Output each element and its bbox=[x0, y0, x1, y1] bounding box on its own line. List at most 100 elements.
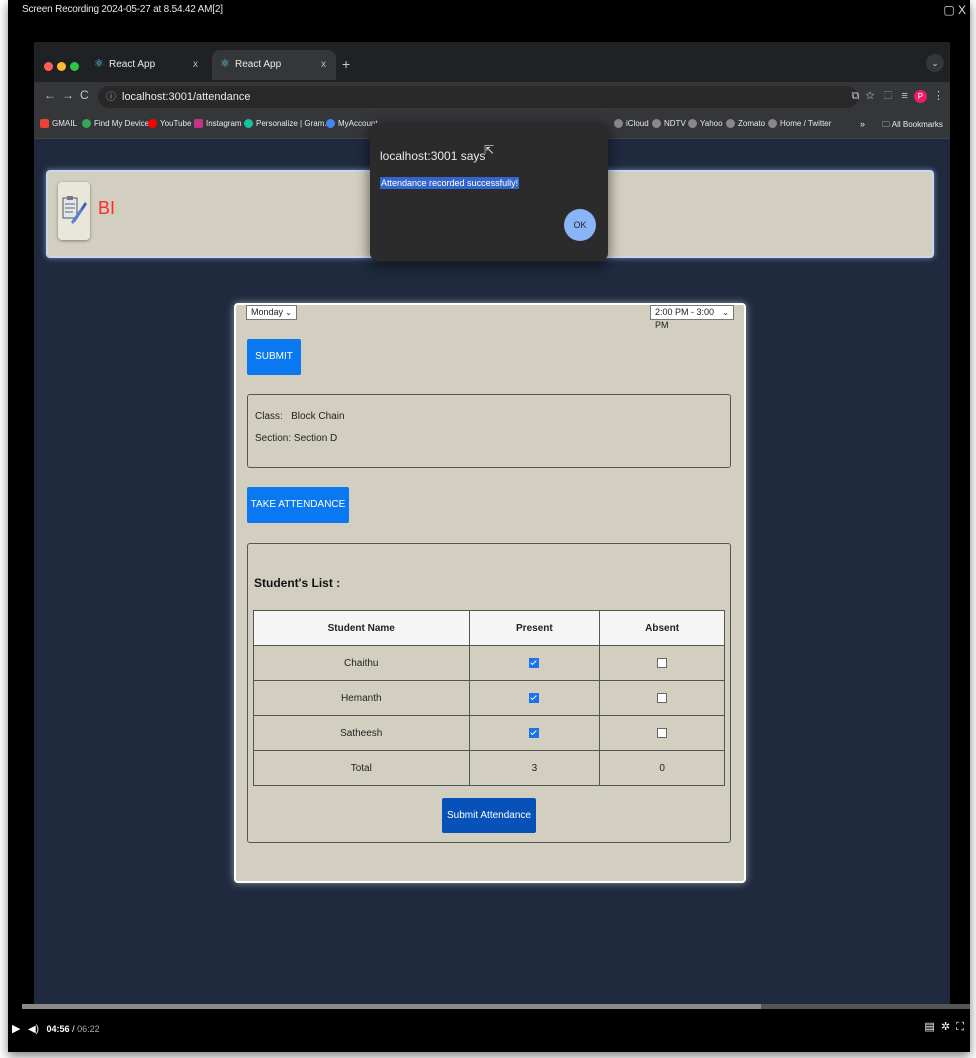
menu-kebab-icon[interactable]: ⋮ bbox=[933, 90, 944, 102]
globe-icon bbox=[726, 119, 735, 129]
time-slot-select[interactable]: 2:00 PM - 3:00 PM ⌄ bbox=[650, 305, 734, 330]
attendance-table: Student Name Present Absent Chaithu Hema… bbox=[253, 610, 725, 786]
address-bar: ← → C ⓘ localhost:3001/attendance ⧉ ☆ ⬚ ≡… bbox=[34, 82, 950, 112]
class-value: Block Chain bbox=[291, 411, 345, 422]
total-absent-cell: 0 bbox=[599, 750, 725, 786]
video-progress-fill bbox=[22, 1004, 762, 1009]
tab-react-app-1[interactable]: ⚛ React App x bbox=[86, 50, 208, 80]
absent-checkbox[interactable] bbox=[657, 692, 668, 703]
total-time: 06:22 bbox=[77, 1024, 100, 1034]
tab-close-icon[interactable]: x bbox=[321, 50, 326, 80]
current-time: 04:56 bbox=[46, 1024, 70, 1034]
table-row: Chaithu bbox=[253, 645, 725, 681]
take-attendance-button[interactable]: TAKE ATTENDANCE bbox=[247, 487, 349, 523]
alert-dialog: localhost:3001 says ⇱ Attendance recorde… bbox=[370, 123, 608, 261]
tab-close-icon[interactable]: x bbox=[193, 50, 198, 80]
table-row: Hemanth bbox=[253, 680, 725, 716]
section-label: Section: bbox=[255, 433, 292, 444]
attendance-card: Monday ⌄ 2:00 PM - 3:00 PM ⌄ SUBMIT Class:… bbox=[234, 303, 746, 883]
present-checkbox[interactable] bbox=[529, 727, 540, 738]
bookmark-instagram[interactable]: Instagram bbox=[194, 119, 242, 129]
myaccount-icon bbox=[326, 119, 335, 129]
fullscreen-icon[interactable]: ⛶ bbox=[956, 1021, 964, 1033]
tab-react-app-2[interactable]: ⚛ React App x bbox=[212, 50, 336, 80]
submit-button[interactable]: SUBMIT bbox=[247, 339, 301, 375]
bookmark-ndtv[interactable]: NDTV bbox=[652, 119, 686, 129]
absent-checkbox[interactable] bbox=[657, 727, 668, 738]
bookmarks-overflow-button[interactable]: » bbox=[860, 119, 865, 129]
present-checkbox[interactable] bbox=[529, 692, 540, 703]
profile-avatar[interactable]: P bbox=[913, 89, 927, 103]
bookmark-zomato[interactable]: Zomato bbox=[726, 119, 765, 129]
forward-icon[interactable]: → bbox=[62, 88, 74, 102]
globe-icon bbox=[768, 119, 777, 129]
bookmark-icloud[interactable]: iCloud bbox=[614, 119, 649, 129]
globe-icon bbox=[652, 119, 661, 129]
back-icon[interactable]: ← bbox=[44, 88, 56, 102]
site-info-icon[interactable]: ⓘ bbox=[106, 87, 116, 109]
class-label: Class: bbox=[255, 411, 283, 422]
chevron-down-icon: ⌄ bbox=[285, 308, 292, 317]
day-select[interactable]: Monday ⌄ bbox=[246, 305, 297, 320]
section-line: Section: Section D bbox=[255, 433, 337, 444]
bookmark-gmail[interactable]: GMAIL bbox=[40, 119, 77, 129]
table-row: Satheesh bbox=[253, 715, 725, 751]
subtitles-icon[interactable]: ▤ bbox=[924, 1021, 934, 1033]
react-icon: ⚛ bbox=[220, 57, 230, 70]
volume-icon[interactable]: ◀) bbox=[28, 1024, 39, 1035]
app-logo[interactable] bbox=[58, 182, 90, 240]
absent-cell bbox=[599, 645, 725, 681]
extensions-icon[interactable]: ⬚ bbox=[884, 90, 892, 102]
youtube-icon bbox=[148, 119, 157, 129]
close-window-icon[interactable] bbox=[44, 62, 53, 71]
brand-text: BI bbox=[98, 198, 116, 218]
play-icon[interactable]: ▶ bbox=[12, 1023, 20, 1035]
student-name-cell: Hemanth bbox=[253, 680, 470, 716]
player-left-controls: ▶ ◀) 04:56 / 06:22 bbox=[12, 1023, 100, 1035]
present-checkbox[interactable] bbox=[529, 657, 540, 668]
dialog-ok-button[interactable]: OK bbox=[564, 209, 596, 241]
video-player-controls: ▶ ◀) 04:56 / 06:22 ▤ ✲ ⛶ bbox=[8, 1004, 970, 1052]
bookmark-personalize[interactable]: Personalize | Gram... bbox=[244, 119, 331, 129]
settings-gear-icon[interactable]: ✲ bbox=[941, 1021, 950, 1033]
class-info-box: Class: Block Chain Section: Section D bbox=[247, 394, 731, 468]
dialog-title: localhost:3001 says bbox=[380, 149, 486, 163]
reading-list-icon[interactable]: ≡ bbox=[901, 90, 907, 102]
absent-cell bbox=[599, 715, 725, 751]
gmail-icon bbox=[40, 119, 49, 129]
tab-bar: ⚛ React App x ⚛ React App x + ⌄ bbox=[34, 42, 950, 82]
bookmark-youtube[interactable]: YouTube bbox=[148, 119, 191, 129]
maximize-window-icon[interactable] bbox=[70, 62, 79, 71]
minimize-window-icon[interactable] bbox=[57, 62, 66, 71]
student-list-title: Student's List : bbox=[254, 576, 341, 590]
student-name-cell: Satheesh bbox=[253, 715, 470, 751]
url-input[interactable]: ⓘ localhost:3001/attendance bbox=[98, 86, 858, 108]
present-cell bbox=[468, 715, 601, 751]
total-label-cell: Total bbox=[253, 750, 470, 786]
all-bookmarks-folder[interactable]: 🗀 All Bookmarks bbox=[882, 119, 943, 133]
bookmark-find-my-device[interactable]: Find My Device bbox=[82, 119, 149, 129]
instagram-icon bbox=[194, 119, 203, 129]
recording-window-controls[interactable]: ▢ X bbox=[943, 0, 966, 20]
header-present: Present bbox=[468, 610, 601, 646]
install-icon[interactable]: ⧉ bbox=[852, 90, 860, 102]
video-progress-bar[interactable] bbox=[22, 1004, 970, 1009]
student-list-box: Student's List : Student Name Present Ab… bbox=[247, 543, 731, 843]
absent-checkbox[interactable] bbox=[657, 657, 668, 668]
reload-icon[interactable]: C bbox=[80, 88, 89, 102]
icloud-icon bbox=[614, 119, 623, 129]
bookmark-star-icon[interactable]: ☆ bbox=[866, 90, 875, 102]
absent-cell bbox=[599, 680, 725, 716]
find-my-device-icon bbox=[82, 119, 91, 129]
submit-attendance-button[interactable]: Submit Attendance bbox=[442, 798, 536, 833]
bookmark-twitter[interactable]: Home / Twitter bbox=[768, 119, 831, 129]
present-cell bbox=[468, 645, 601, 681]
dialog-message: Attendance recorded successfully! bbox=[380, 177, 520, 189]
header-absent: Absent bbox=[599, 610, 725, 646]
new-tab-button[interactable]: + bbox=[342, 56, 350, 72]
clipboard-logo-icon bbox=[62, 196, 87, 224]
student-name-cell: Chaithu bbox=[253, 645, 470, 681]
bookmark-yahoo[interactable]: Yahoo bbox=[688, 119, 723, 129]
tab-search-button[interactable]: ⌄ bbox=[926, 54, 944, 72]
window-controls[interactable] bbox=[44, 58, 83, 76]
